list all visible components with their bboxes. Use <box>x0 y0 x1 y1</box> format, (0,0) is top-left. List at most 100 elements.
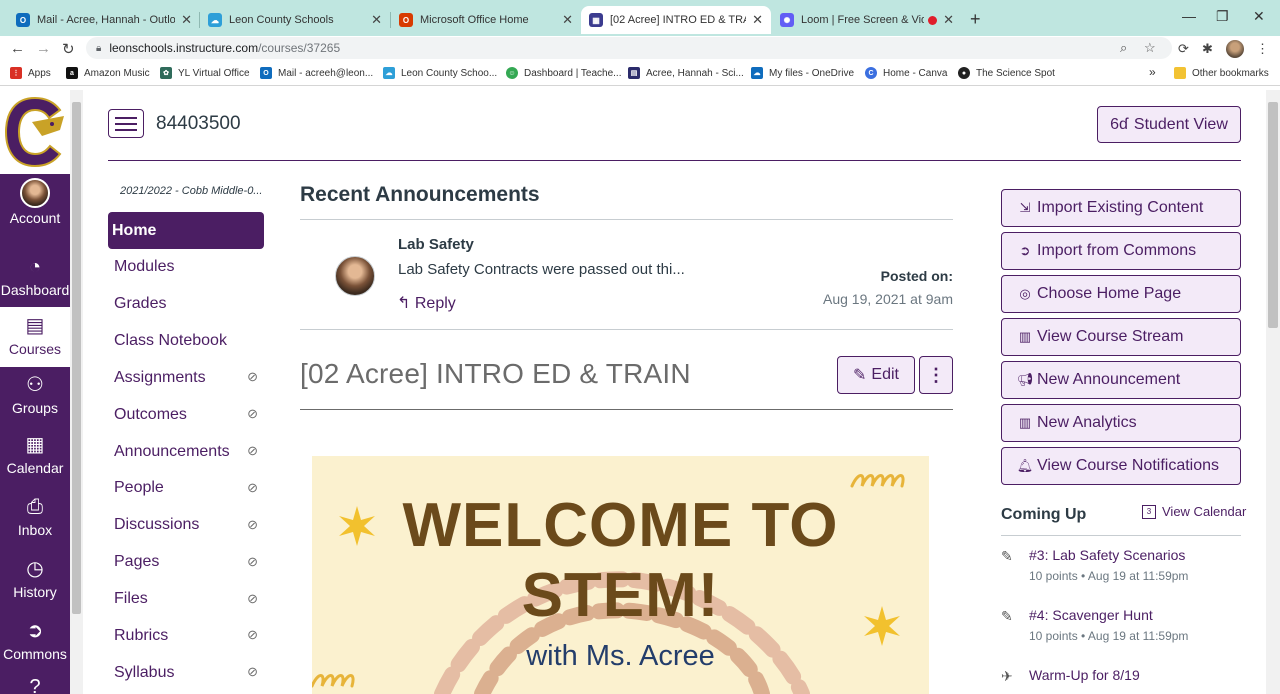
announcement-reply-link[interactable]: ↰ Reply <box>397 293 456 313</box>
global-nav-groups[interactable]: ⚇ Groups <box>0 372 70 430</box>
bookmark-canva[interactable]: C Home - Canva <box>865 67 947 79</box>
close-icon[interactable]: ✕ <box>752 12 763 28</box>
bookmark-dashboard[interactable]: ☺ Dashboard | Teache... <box>506 67 621 79</box>
course-nav-syllabus[interactable]: Syllabus ⊘ <box>108 654 264 691</box>
zoom-icon[interactable]: ⌕ <box>1120 40 1127 56</box>
address-bar-row: ← → ↻ 🔒︎ leonschools.instructure.com/cou… <box>0 36 1280 62</box>
bookmark-amazon-music[interactable]: a Amazon Music <box>66 67 150 79</box>
global-nav-courses[interactable]: ▤ Courses <box>0 307 70 367</box>
view-course-notifications-button[interactable]: 🔔︎ View Course Notifications <box>1001 447 1241 485</box>
school-logo[interactable] <box>0 90 70 174</box>
reload-icon[interactable]: ↻ <box>62 40 75 58</box>
global-nav-inbox[interactable]: ⎙ Inbox <box>0 494 70 552</box>
course-nav-assignments[interactable]: Assignments ⊘ <box>108 359 264 396</box>
more-options-button[interactable]: ⋮ <box>919 356 953 394</box>
bookmark-onedrive[interactable]: ☁ My files - OneDrive <box>751 67 854 79</box>
new-announcement-button[interactable]: 📢︎ New Announcement <box>1001 361 1241 399</box>
course-nav-people[interactable]: People ⊘ <box>108 470 264 507</box>
global-nav-calendar[interactable]: ▦ Calendar <box>0 432 70 490</box>
divider <box>1001 535 1241 536</box>
close-icon[interactable]: ✕ <box>562 12 573 28</box>
bookmark-mail[interactable]: O Mail - acreeh@leon... <box>260 67 373 79</box>
edit-button[interactable]: ✎ Edit <box>837 356 915 394</box>
browser-menu-icon[interactable]: ⋮ <box>1256 41 1269 57</box>
title-divider <box>300 409 953 410</box>
announcement-author-avatar[interactable] <box>335 256 375 296</box>
apps-grid-icon: ⋮ <box>10 67 22 79</box>
bookmark-apps[interactable]: ⋮ Apps <box>10 67 51 79</box>
browser-tab-canvas-course[interactable]: ▦ [02 Acree] INTRO ED & TRAIN ✕ <box>581 6 771 34</box>
global-nav-commons[interactable]: ➲ Commons <box>0 618 70 676</box>
new-analytics-button[interactable]: ▥ New Analytics <box>1001 404 1241 442</box>
nav-scrollbar[interactable] <box>70 90 83 694</box>
onedrive-icon: ☁ <box>751 67 763 79</box>
browser-tab-office[interactable]: O Microsoft Office Home ✕ <box>391 6 581 34</box>
other-bookmarks[interactable]: Other bookmarks <box>1174 67 1269 79</box>
header-divider <box>108 160 1241 161</box>
extension-icon[interactable]: ⟳ <box>1178 41 1189 57</box>
new-tab-button[interactable]: + <box>970 9 981 30</box>
posted-on-label: Posted on: <box>880 268 953 284</box>
close-icon[interactable]: ✕ <box>181 12 192 28</box>
canvas-tab-icon: ▦ <box>589 13 603 27</box>
browser-tab-loom[interactable]: ✺ Loom | Free Screen & Video ✕ <box>772 6 962 34</box>
minimize-icon[interactable]: — <box>1182 8 1196 24</box>
bookmarks-bar: ⋮ Apps a Amazon Music ✿ YL Virtual Office O… <box>0 62 1280 86</box>
view-course-stream-button[interactable]: ▥ View Course Stream <box>1001 318 1241 356</box>
close-icon[interactable]: ✕ <box>943 12 954 28</box>
banner-subtitle: with Ms. Acree <box>526 640 715 672</box>
cloud-icon: ☁ <box>208 13 222 27</box>
bookmark-acree-science[interactable]: ▤ Acree, Hannah - Sci... <box>628 67 744 79</box>
pencil-icon: ✎ <box>853 367 867 384</box>
recent-announcements-heading: Recent Announcements <box>300 183 540 206</box>
global-nav-account[interactable]: Account <box>0 176 70 234</box>
course-breadcrumb[interactable]: 84403500 <box>156 113 241 135</box>
analytics-icon: ▥ <box>1018 415 1032 430</box>
url-field[interactable]: 🔒︎ leonschools.instructure.com/courses/3… <box>86 37 1172 59</box>
bookmark-leon-county[interactable]: ☁ Leon County Schoo... <box>383 67 497 79</box>
import-existing-content-button[interactable]: ⇲ Import Existing Content <box>1001 189 1241 227</box>
course-nav-files[interactable]: Files ⊘ <box>108 581 264 618</box>
choose-home-page-button[interactable]: ◎ Choose Home Page <box>1001 275 1241 313</box>
global-nav-help[interactable]: ? <box>0 674 70 694</box>
course-nav-grades[interactable]: Grades <box>108 286 264 323</box>
page-scrollbar[interactable] <box>1266 90 1280 694</box>
close-icon[interactable]: ✕ <box>371 12 382 28</box>
stream-icon: ▥ <box>1018 329 1032 344</box>
course-menu-toggle[interactable] <box>108 109 144 138</box>
profile-avatar[interactable] <box>1226 40 1244 58</box>
course-nav-class-notebook[interactable]: Class Notebook <box>108 323 264 360</box>
bookmarks-overflow[interactable]: » <box>1149 65 1156 79</box>
course-nav-home[interactable]: Home <box>108 212 264 249</box>
announcement-title[interactable]: Lab Safety <box>398 236 474 253</box>
help-icon: ? <box>29 676 41 694</box>
import-from-commons-button[interactable]: ➲ Import from Commons <box>1001 232 1241 270</box>
bookmark-science-spot[interactable]: ● The Science Spot <box>958 67 1055 79</box>
back-icon[interactable]: ← <box>10 40 25 57</box>
course-nav-pages[interactable]: Pages ⊘ <box>108 544 264 581</box>
student-view-button[interactable]: 6ɗ Student View <box>1097 106 1241 143</box>
browser-tab-outlook[interactable]: O Mail - Acree, Hannah - Outlook ✕ <box>8 6 200 34</box>
course-nav-announcements[interactable]: Announcements ⊘ <box>108 433 264 470</box>
hidden-eye-icon: ⊘ <box>247 369 258 385</box>
site-icon: ▤ <box>628 67 640 79</box>
puzzle-icon[interactable]: ✱ <box>1202 41 1213 57</box>
recording-icon <box>928 15 938 25</box>
glasses-icon: 6ɗ <box>1110 115 1128 133</box>
forward-icon[interactable]: → <box>36 40 51 57</box>
browser-tab-leon-county[interactable]: ☁ Leon County Schools ✕ <box>200 6 390 34</box>
global-nav-history[interactable]: ◷ History <box>0 556 70 614</box>
assignment-icon: ✎ <box>1001 608 1013 624</box>
bookmark-yl-virtual-office[interactable]: ✿ YL Virtual Office <box>160 67 250 79</box>
window-close-icon[interactable]: ✕ <box>1253 8 1265 25</box>
hidden-eye-icon: ⊘ <box>247 443 258 459</box>
course-nav-discussions[interactable]: Discussions ⊘ <box>108 507 264 544</box>
restore-icon[interactable]: ❐ <box>1216 8 1229 25</box>
bookmark-star-icon[interactable]: ☆ <box>1144 40 1156 56</box>
global-nav-dashboard[interactable]: ◔ Dashboard <box>0 254 70 312</box>
course-nav-modules[interactable]: Modules <box>108 249 264 286</box>
view-calendar-link[interactable]: 3 View Calendar <box>1142 504 1246 519</box>
banner-heading-line-1: WELCOME TO <box>402 491 839 560</box>
course-nav-outcomes[interactable]: Outcomes ⊘ <box>108 396 264 433</box>
course-nav-rubrics[interactable]: Rubrics ⊘ <box>108 617 264 654</box>
